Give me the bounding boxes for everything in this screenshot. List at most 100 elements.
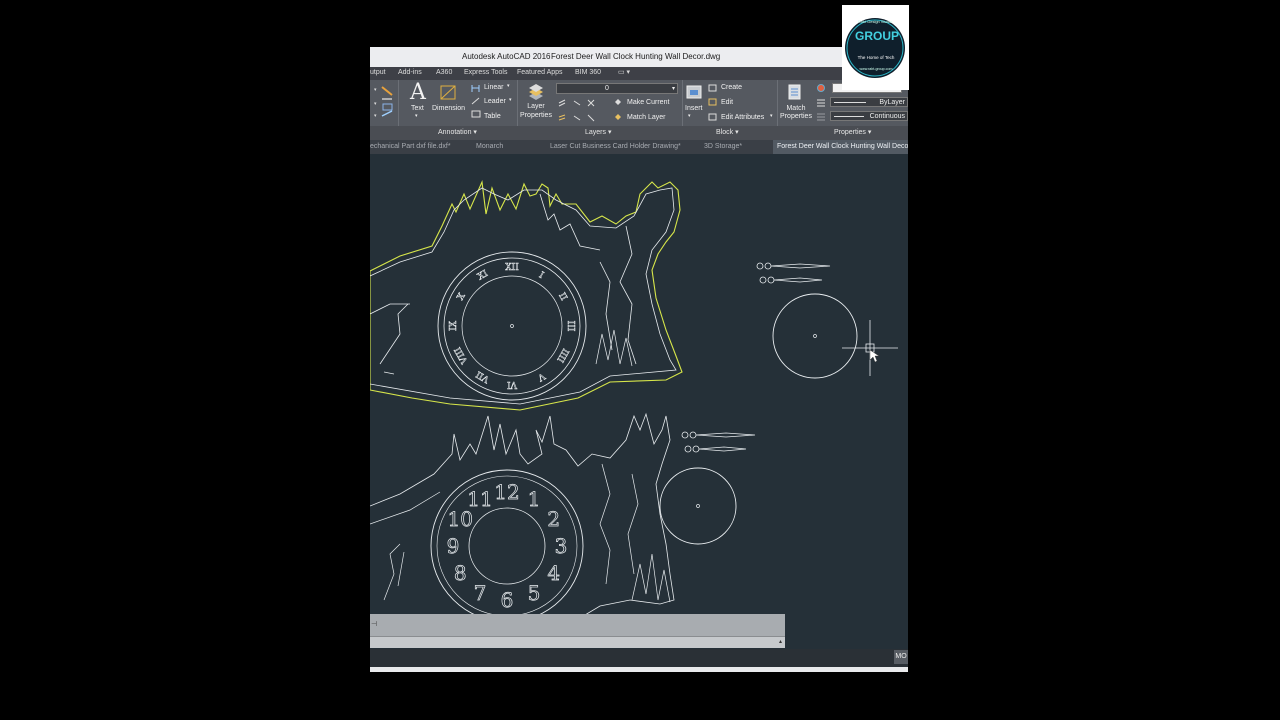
ribbon-tab-a360[interactable]: A360 — [436, 69, 452, 76]
roman-numeral: IX — [449, 320, 459, 331]
block-panel-label[interactable]: Block ▾ — [716, 128, 739, 136]
ribbon-tab-bim-360[interactable]: BIM 360 — [575, 69, 601, 76]
clock-numeral: 5 — [528, 581, 541, 605]
drawing-svg: XIIIIIIIIIIIIVVIVIIVIIIIXXXI 12 12345678… — [370, 179, 898, 635]
annotation-small-icons — [471, 85, 481, 118]
layer-properties-label-1[interactable]: Layer — [519, 103, 553, 110]
property-icons — [817, 84, 825, 121]
ribbon-tab-bar: utput Add-ins A360 Express Tools Feature… — [370, 67, 908, 80]
match-properties-label-2[interactable]: Properties — [776, 113, 816, 120]
doc-tab-forest-deer-clock[interactable]: Forest Deer Wall Clock Hunting Wall Deco — [773, 140, 908, 154]
linear-dimension[interactable]: Linear — [484, 84, 503, 91]
ribbon-tab-output[interactable]: utput — [370, 69, 386, 76]
command-line: ⊣ ▴ — [370, 614, 785, 648]
title-bar: Autodesk AutoCAD 2016 Forest Deer Wall C… — [370, 47, 908, 67]
bottom-clock-backplate[interactable] — [659, 467, 737, 545]
ribbon: ▾ ▾ ▾ A Text ▾ Dimension Linear Leader T… — [370, 80, 908, 140]
edit-block-button[interactable]: Edit — [721, 99, 733, 106]
top-clock-design[interactable]: XIIIIIIIIIIIIVVIVIIVIIIIXXXI — [370, 179, 683, 411]
clock-numeral: 8 — [454, 561, 467, 585]
roman-numeral: V — [535, 370, 547, 383]
clock-numeral: 11 — [467, 487, 492, 511]
svg-text:▾: ▾ — [374, 87, 377, 93]
match-layer-button[interactable]: Match Layer — [627, 114, 666, 121]
insert-block-icon[interactable] — [684, 83, 704, 103]
make-current-button[interactable]: Make Current — [627, 99, 669, 106]
window-bottom-edge — [370, 667, 908, 672]
dimension-label[interactable]: Dimension — [432, 105, 465, 112]
draw-tools-icon[interactable]: ▾ ▾ ▾ — [374, 83, 396, 123]
text-tool-label[interactable]: Text — [411, 105, 424, 112]
create-block-button[interactable]: Create — [721, 84, 742, 91]
command-history: ⊣ — [370, 614, 785, 636]
chevron-down-icon: ▾ — [671, 86, 675, 92]
logo-subtitle: The Home of Tech — [857, 55, 895, 60]
insert-label[interactable]: Insert — [685, 105, 703, 112]
make-current-icon[interactable] — [613, 98, 623, 124]
doc-tab-monarch[interactable]: Monarch — [476, 140, 503, 154]
app-title: Autodesk AutoCAD 2016 — [462, 52, 551, 61]
match-properties-label-1[interactable]: Match — [780, 105, 812, 112]
doc-tab-business-card[interactable]: Laser Cut Business Card Holder Drawing* — [550, 140, 681, 154]
layers-panel-label[interactable]: Layers ▾ — [585, 128, 611, 136]
match-properties-icon[interactable] — [786, 83, 806, 103]
ribbon-tab-express-tools[interactable]: Express Tools — [464, 69, 507, 76]
channel-logo: Rabt Design Studio GROUP The Home of Tec… — [842, 5, 909, 90]
ribbon-tab-featured-apps[interactable]: Featured Apps — [517, 69, 563, 76]
ribbon-tab-add-ins[interactable]: Add-ins — [398, 69, 422, 76]
logo-top-text: Rabt Design Studio — [857, 19, 893, 24]
document-title: Forest Deer Wall Clock Hunting Wall Deco… — [551, 52, 721, 61]
roman-numeral: I — [537, 271, 545, 282]
roman-numeral: XI — [476, 269, 490, 283]
top-clock-backplate[interactable] — [772, 293, 858, 379]
logo-bottom-text: www.rabt-group.com — [859, 67, 893, 71]
edit-attributes-button[interactable]: Edit Attributes — [721, 114, 764, 121]
logo-badge-icon — [845, 18, 905, 78]
lineweight-dropdown[interactable]: ByLayer — [830, 97, 908, 107]
properties-panel-label[interactable]: Properties ▾ — [834, 128, 871, 136]
clock-numeral: 4 — [547, 561, 560, 585]
bottom-clock-design[interactable]: 12 1234567891011 — [370, 412, 675, 635]
svg-text:▾: ▾ — [374, 101, 377, 107]
annotation-panel-label[interactable]: Annotation ▾ — [438, 128, 477, 136]
current-layer-value: 0 — [605, 85, 609, 92]
ribbon-options-icon[interactable]: ▭ ▾ — [618, 68, 630, 76]
dimension-icon[interactable] — [438, 83, 460, 103]
layer-properties-icon[interactable] — [525, 82, 547, 104]
block-small-icons — [708, 84, 717, 121]
lineweight-value: ByLayer — [879, 99, 905, 106]
layer-dropdown[interactable]: 0 ▾ — [556, 83, 678, 94]
clock-numeral: 9 — [447, 534, 460, 558]
linetype-dropdown[interactable]: Continuous — [830, 111, 908, 121]
table-tool[interactable]: Table — [484, 113, 501, 120]
linetype-value: Continuous — [869, 113, 905, 120]
clock-numeral: 3 — [555, 534, 568, 558]
roman-numeral: II — [556, 291, 568, 303]
command-input[interactable]: ▴ — [370, 636, 785, 648]
status-bar: MO — [370, 649, 908, 667]
drawing-canvas[interactable]: XIIIIIIIIIIIIVVIVIIVIIIIXXXI — [370, 154, 908, 672]
layer-tool-icons[interactable] — [556, 97, 604, 125]
autocad-window: Autodesk AutoCAD 2016 Forest Deer Wall C… — [370, 47, 908, 672]
crosshair-cursor — [842, 320, 898, 376]
clock-numeral: 7 — [474, 581, 487, 605]
chevron-up-icon[interactable]: ▴ — [779, 638, 782, 645]
doc-tab-3d-storage[interactable]: 3D Storage* — [704, 140, 742, 154]
roman-numeral: VIII — [453, 345, 471, 366]
roman-numeral: VI — [507, 379, 518, 389]
roman-numeral: XII — [505, 263, 519, 273]
clock-numeral: 12 — [494, 480, 519, 504]
svg-text:▾: ▾ — [374, 113, 377, 119]
roman-numeral: X — [456, 291, 468, 302]
top-clock-hands[interactable] — [756, 262, 831, 284]
text-tool-icon[interactable]: A — [410, 80, 426, 105]
document-tab-bar: echanical Part dxf file.dxf* Monarch Las… — [370, 140, 908, 154]
leader-tool[interactable]: Leader — [484, 98, 506, 105]
clock-numeral: 2 — [547, 507, 560, 531]
clock-numeral: 1 — [528, 487, 541, 511]
doc-tab-mechanical-part[interactable]: echanical Part dxf file.dxf* — [370, 140, 451, 154]
roman-numeral: III — [565, 321, 575, 332]
bottom-clock-hands[interactable] — [681, 431, 756, 453]
model-space-button[interactable]: MO — [894, 650, 908, 664]
layer-properties-label-2[interactable]: Properties — [517, 112, 555, 119]
